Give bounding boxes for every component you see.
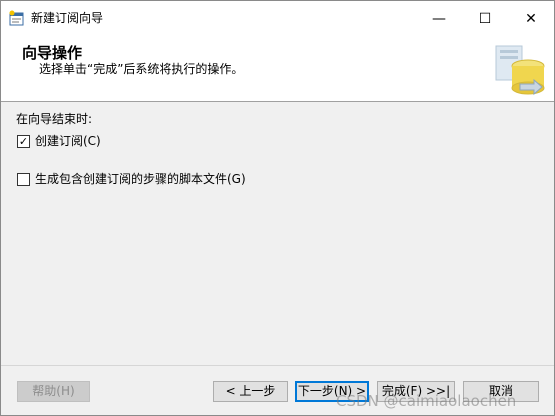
close-button[interactable]: ✕ xyxy=(508,1,554,36)
generate-script-label: 生成包含创建订阅的步骤的脚本文件(G) xyxy=(35,172,246,186)
back-button[interactable]: < 上一步 xyxy=(213,381,288,402)
generate-script-checkbox[interactable] xyxy=(17,172,30,186)
wizard-header: 向导操作 选择单击“完成”后系统将执行的操作。 xyxy=(1,36,554,102)
page-title: 向导操作 xyxy=(22,44,83,62)
database-wizard-graphic xyxy=(490,40,552,102)
create-subscription-label: 创建订阅(C) xyxy=(35,134,101,148)
maximize-button[interactable]: ☐ xyxy=(462,1,508,36)
generate-script-option[interactable]: 生成包含创建订阅的步骤的脚本文件(G) xyxy=(17,171,246,187)
page-description: 选择单击“完成”后系统将执行的操作。 xyxy=(39,62,244,76)
options-section-label: 在向导结束时: xyxy=(16,112,93,126)
wizard-window: 新建订阅向导 — ☐ ✕ 向导操作 选择单击“完成”后系统将执行的操作。 在向导… xyxy=(0,0,555,416)
create-subscription-checkbox[interactable]: ✓ xyxy=(17,134,30,148)
minimize-button[interactable]: — xyxy=(416,1,462,36)
watermark-text: CSDN @caimiaolaochen xyxy=(336,392,517,410)
window-title: 新建订阅向导 xyxy=(31,11,104,25)
wizard-app-icon xyxy=(9,10,25,26)
help-button[interactable]: 帮助(H) xyxy=(17,381,90,402)
title-bar: 新建订阅向导 — ☐ ✕ xyxy=(1,1,554,36)
footer-divider xyxy=(1,365,554,366)
create-subscription-option[interactable]: ✓ 创建订阅(C) xyxy=(17,133,101,149)
